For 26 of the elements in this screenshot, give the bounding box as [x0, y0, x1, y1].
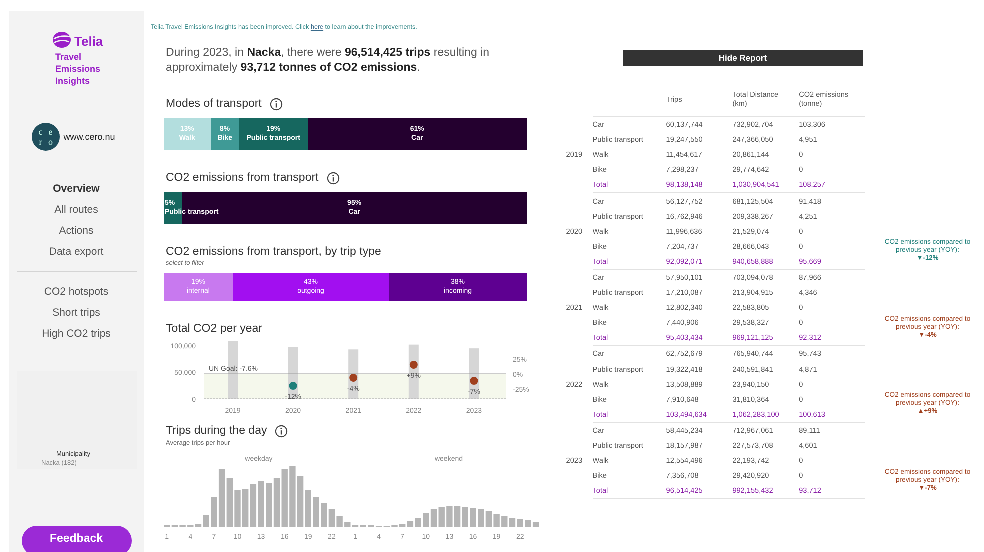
nav-item[interactable]: Short trips: [52, 307, 100, 320]
nav-item[interactable]: High CO2 trips: [42, 328, 111, 341]
info-icon[interactable]: [275, 424, 288, 438]
section-title: Trips during the day: [166, 425, 268, 437]
summary-text: During 2023, in Nacka, there were 96,514,425 trips resulting in approximately 93,712 tonnes of CO2 emissions.: [166, 46, 490, 76]
info-icon[interactable]: [270, 98, 283, 110]
section-title: Total CO2 per year: [166, 323, 263, 335]
partner-link[interactable]: www.cero.nu: [64, 132, 116, 142]
nav-item[interactable]: Overview: [53, 183, 100, 196]
info-icon[interactable]: [326, 172, 340, 184]
nav-item[interactable]: All routes: [54, 204, 98, 217]
nav-item[interactable]: Data export: [49, 246, 104, 259]
section-title: CO2 emissions from transport, by trip type: [166, 246, 382, 258]
bar: [470, 508, 476, 527]
nav-item[interactable]: CO2 hotspots: [44, 286, 109, 299]
feedback-button[interactable]: Feedback: [22, 526, 132, 552]
bar: [234, 490, 241, 527]
section-title: Modes of transport: [166, 98, 262, 110]
nav-item[interactable]: Actions: [59, 225, 94, 238]
section-title: CO2 emissions from transport: [166, 172, 319, 184]
hide-report-button[interactable]: Hide Report: [623, 50, 863, 66]
bar: [313, 497, 320, 527]
brand-name: Telia: [74, 34, 104, 48]
product-name: Travel Emissions Insights: [56, 51, 102, 87]
partner-logo: c e r o: [32, 123, 60, 151]
sphere-logo-icon: [52, 31, 72, 51]
